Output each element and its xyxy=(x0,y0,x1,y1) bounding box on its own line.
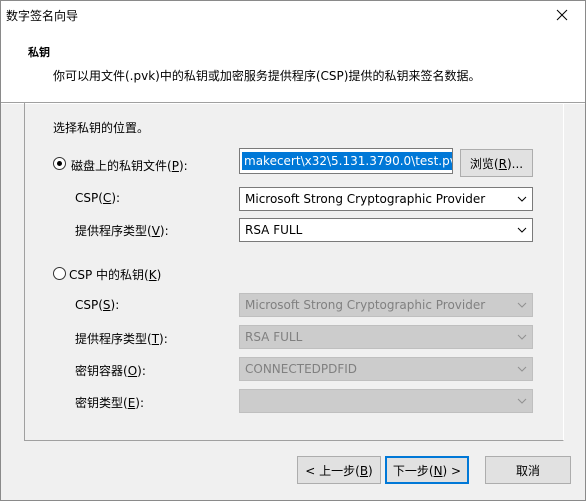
chevron-down-icon xyxy=(517,398,527,404)
radio-file-label[interactable]: 磁盘上的私钥文件(P): xyxy=(71,157,188,174)
csp-label: CSP(C): xyxy=(75,191,121,205)
browse-button[interactable]: 浏览(R)... xyxy=(460,149,533,177)
window-title: 数字签名向导 xyxy=(6,9,79,23)
cancel-button[interactable]: 取消 xyxy=(485,456,571,484)
chevron-down-icon xyxy=(517,334,527,340)
key-container-select[interactable]: CONNECTEDPDFID xyxy=(239,357,533,381)
close-button[interactable] xyxy=(539,1,585,29)
header-description: 你可以用文件(.pvk)中的私钥或加密服务提供程序(CSP)提供的私钥来签名数据… xyxy=(53,69,481,83)
provider-type-label-2: 提供程序类型(T): xyxy=(75,332,168,346)
provider-type-label: 提供程序类型(V): xyxy=(75,224,169,238)
chevron-down-icon xyxy=(517,366,527,372)
radio-csp[interactable] xyxy=(53,267,66,280)
back-button[interactable]: < 上一步(B) xyxy=(297,456,381,484)
title-bar: 数字签名向导 xyxy=(1,1,585,29)
key-container-label: 密钥容器(O): xyxy=(75,364,146,378)
provider-type-disabled-value: RSA FULL xyxy=(245,330,303,344)
pvk-file-input[interactable]: makecert\x32\5.131.3790.0\test.pvk xyxy=(239,148,453,174)
csp-select-value: Microsoft Strong Cryptographic Provider xyxy=(245,192,486,206)
pvk-file-value: makecert\x32\5.131.3790.0\test.pvk xyxy=(242,152,452,170)
csp-select-disabled[interactable]: Microsoft Strong Cryptographic Provider xyxy=(239,293,533,317)
wizard-header: 私钥 你可以用文件(.pvk)中的私钥或加密服务提供程序(CSP)提供的私钥来签… xyxy=(1,29,585,102)
key-type-label: 密钥类型(E): xyxy=(75,396,145,410)
section-prompt: 选择私钥的位置。 xyxy=(53,121,150,135)
provider-type-select-disabled[interactable]: RSA FULL xyxy=(239,325,533,349)
next-button[interactable]: 下一步(N) > xyxy=(385,456,469,484)
wizard-window: 数字签名向导 私钥 你可以用文件(.pvk)中的私钥或加密服务提供程序(CSP)… xyxy=(0,0,586,501)
chevron-down-icon xyxy=(517,227,527,233)
key-type-select[interactable] xyxy=(239,389,533,413)
key-container-value: CONNECTEDPDFID xyxy=(245,362,358,376)
chevron-down-icon xyxy=(517,302,527,308)
chevron-down-icon xyxy=(517,196,527,202)
csp-label-2: CSP(S): xyxy=(75,298,120,312)
radio-csp-label[interactable]: CSP 中的私钥(K) xyxy=(69,266,161,283)
provider-type-value: RSA FULL xyxy=(245,223,303,237)
header-title: 私钥 xyxy=(28,46,50,59)
provider-type-select[interactable]: RSA FULL xyxy=(239,218,533,242)
radio-file[interactable] xyxy=(53,157,66,170)
csp-select-disabled-value: Microsoft Strong Cryptographic Provider xyxy=(245,298,486,312)
csp-select[interactable]: Microsoft Strong Cryptographic Provider xyxy=(239,187,533,211)
close-icon xyxy=(556,9,568,21)
